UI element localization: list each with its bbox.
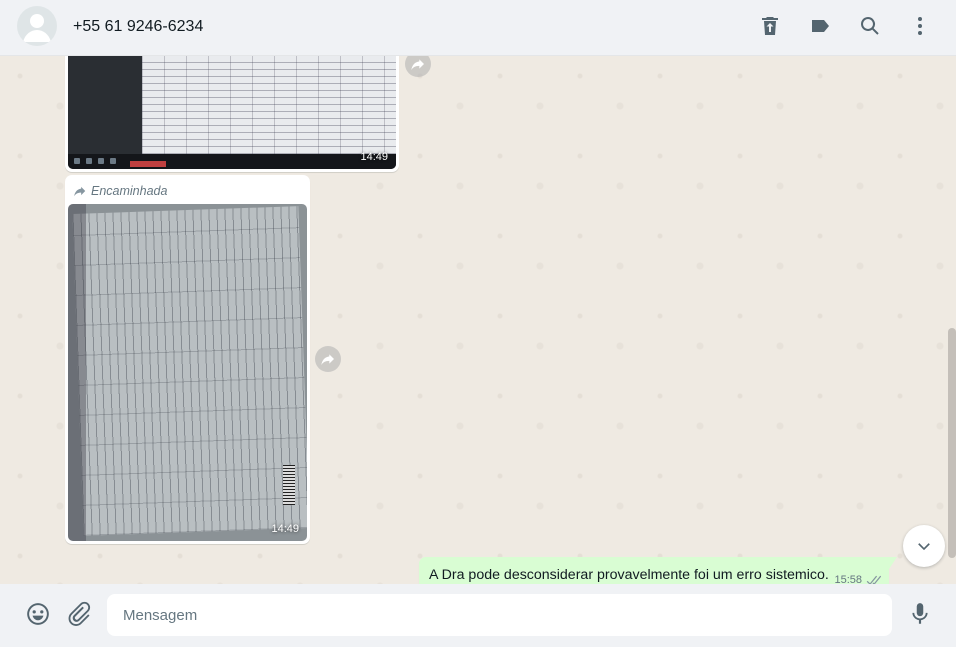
image-shadow — [68, 204, 86, 541]
attach-icon — [68, 601, 91, 626]
message-image[interactable]: 14:49 — [68, 204, 307, 541]
chat-header: +55 61 9246-6234 — [0, 0, 956, 56]
forward-icon — [411, 59, 424, 70]
delete-icon — [762, 17, 778, 35]
attach-button[interactable] — [66, 601, 92, 627]
forwarded-image-message[interactable]: Encaminhada 14:49 — [65, 175, 310, 544]
message-time: 15:58 — [834, 574, 862, 584]
avatar[interactable] — [17, 6, 57, 46]
taskbar-icon — [74, 158, 80, 164]
outgoing-message[interactable]: A Dra pode desconsiderar provavelmente f… — [419, 557, 897, 584]
taskbar-image-detail — [68, 154, 396, 169]
forward-button[interactable] — [405, 56, 431, 77]
label-button[interactable] — [808, 14, 832, 38]
message-image[interactable]: 14:49 — [68, 56, 396, 169]
menu-icon — [918, 17, 922, 35]
emoji-button[interactable] — [25, 601, 51, 627]
taskbar-icon — [110, 158, 116, 164]
message-time: 14:49 — [271, 523, 299, 535]
emoji-icon — [27, 603, 49, 625]
forwarded-text: Encaminhada — [91, 184, 168, 198]
voice-message-button[interactable] — [907, 601, 933, 627]
message-time: 14:49 — [360, 151, 388, 163]
image-message[interactable]: 14:49 — [65, 56, 399, 172]
mic-icon — [912, 603, 928, 624]
document-screenshot — [142, 56, 396, 154]
chevron-down-icon — [918, 543, 930, 551]
forward-icon — [321, 354, 334, 365]
delete-button[interactable] — [758, 14, 782, 38]
menu-button[interactable] — [908, 14, 932, 38]
label-icon — [812, 20, 829, 32]
forwarded-icon — [74, 186, 86, 197]
compose-bar — [0, 584, 956, 647]
message-input[interactable] — [107, 594, 892, 636]
search-icon — [861, 17, 879, 35]
taskbar-icon — [86, 158, 92, 164]
taskbar-icon — [98, 158, 104, 164]
chat-scrollbar[interactable] — [948, 328, 956, 558]
message-meta: 15:58 — [834, 574, 881, 584]
read-ticks-icon — [866, 575, 881, 584]
search-button[interactable] — [858, 14, 882, 38]
document-photo — [72, 206, 307, 536]
message-list[interactable]: 14:49 Encaminhada 14:49 A Dra pode desco… — [0, 56, 956, 584]
barcode-detail — [283, 465, 295, 505]
scroll-to-bottom-button[interactable] — [903, 525, 945, 567]
contact-name[interactable]: +55 61 9246-6234 — [73, 18, 203, 36]
forwarded-label: Encaminhada — [68, 178, 307, 204]
avatar-icon — [23, 14, 51, 42]
taskbar-red-item — [130, 161, 166, 167]
forward-button[interactable] — [315, 346, 341, 372]
message-text: A Dra pode desconsiderar provavelmente f… — [429, 567, 829, 583]
